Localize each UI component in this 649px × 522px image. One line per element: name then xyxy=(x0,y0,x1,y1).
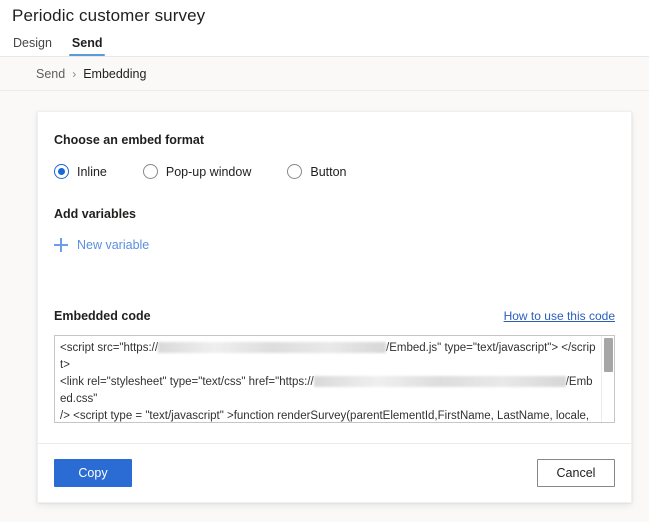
embedded-code-section: Embedded code How to use this code <scri… xyxy=(54,309,615,423)
page-body: Choose an embed format Inline Pop-up win… xyxy=(0,91,649,522)
code-scrollbar[interactable] xyxy=(601,336,614,422)
embed-format-label: Choose an embed format xyxy=(54,133,205,147)
add-variables-section: Add variables New variable xyxy=(54,207,615,257)
code-line-3: /> <script type = "text/javascript" >fun… xyxy=(60,410,590,422)
embedded-code-label: Embedded code xyxy=(54,309,151,323)
copy-button[interactable]: Copy xyxy=(54,459,132,487)
breadcrumb-item-send[interactable]: Send xyxy=(36,67,65,81)
tabstrip: Design Send xyxy=(0,30,649,56)
tab-send[interactable]: Send xyxy=(68,36,106,57)
page-title: Periodic customer survey xyxy=(12,6,206,25)
cancel-button[interactable]: Cancel xyxy=(537,459,615,487)
radio-label-button: Button xyxy=(310,164,347,179)
radio-option-popup-window[interactable]: Pop-up window xyxy=(142,164,252,179)
radio-label-popup-window: Pop-up window xyxy=(165,164,252,179)
redacted-url-segment xyxy=(158,342,387,353)
plus-icon xyxy=(54,238,68,252)
embedded-code-header: Embedded code How to use this code xyxy=(54,309,615,329)
tab-design[interactable]: Design xyxy=(12,36,53,57)
embedding-card: Choose an embed format Inline Pop-up win… xyxy=(37,111,632,503)
radio-icon-button xyxy=(287,164,303,179)
embedded-code-text: <script src="https:///Embed.js" type="te… xyxy=(55,336,614,422)
add-variables-label: Add variables xyxy=(54,207,136,221)
embed-format-radio-group[interactable]: Inline Pop-up window Button xyxy=(54,164,615,179)
card-content: Choose an embed format Inline Pop-up win… xyxy=(38,112,631,443)
chevron-right-icon: › xyxy=(72,66,77,81)
redacted-url-segment xyxy=(313,376,566,387)
radio-icon-inline xyxy=(54,164,69,179)
new-variable-label: New variable xyxy=(77,238,150,252)
breadcrumb: Send › Embedding xyxy=(0,57,649,91)
embedded-code-textarea[interactable]: <script src="https:///Embed.js" type="te… xyxy=(54,335,615,423)
radio-label-inline: Inline xyxy=(77,164,107,179)
new-variable-button[interactable]: New variable xyxy=(54,238,149,252)
radio-option-inline[interactable]: Inline xyxy=(54,164,107,179)
code-scrollbar-thumb[interactable] xyxy=(604,338,613,372)
radio-option-button[interactable]: Button xyxy=(287,164,347,179)
radio-icon-popup-window xyxy=(142,164,158,179)
code-line-2-prefix: <link rel="stylesheet" type="text/css" h… xyxy=(60,376,314,388)
breadcrumb-item-embedding: Embedding xyxy=(83,66,147,81)
card-footer: Copy Cancel xyxy=(38,443,631,502)
how-to-use-this-code-link[interactable]: How to use this code xyxy=(504,309,615,323)
code-line-1-prefix: <script src="https:// xyxy=(60,342,159,354)
